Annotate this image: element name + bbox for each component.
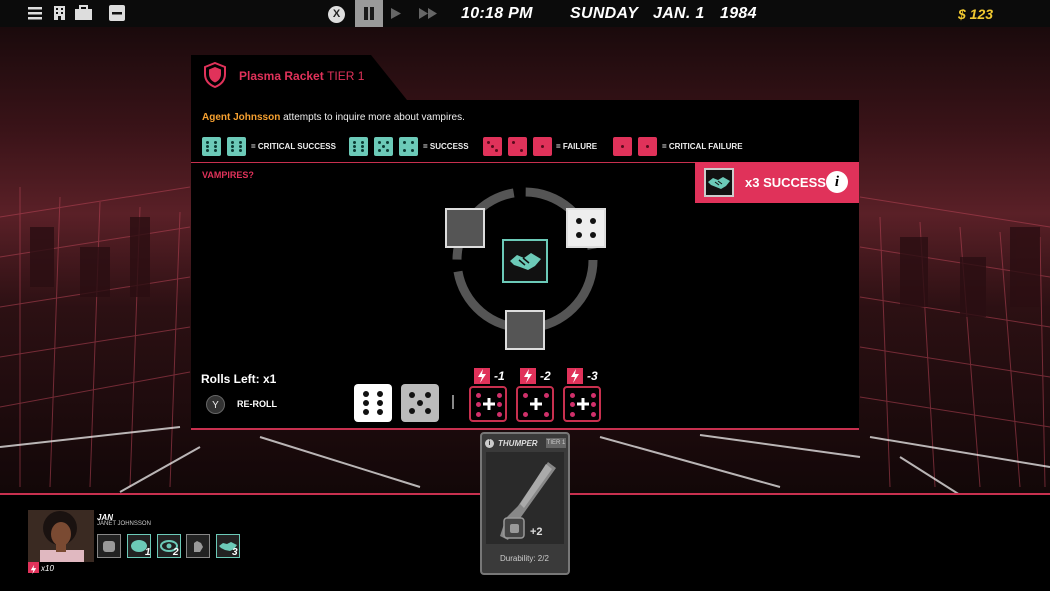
plus-icon xyxy=(483,398,495,410)
result-text: x3 SUCCESS xyxy=(745,175,826,190)
legend-die-three xyxy=(483,137,502,156)
boost-die-slot[interactable] xyxy=(469,386,507,422)
legend-die-one xyxy=(533,137,552,156)
reroll-label: RE-ROLL xyxy=(237,399,277,409)
plus-icon xyxy=(530,398,542,410)
reroll-button[interactable]: Y xyxy=(206,395,225,414)
energy-bolt-icon xyxy=(28,562,39,575)
shield-icon xyxy=(204,62,226,88)
legend-failure: = FAILURE xyxy=(556,142,598,151)
card-title: THUMPER xyxy=(498,439,538,448)
plus-icon xyxy=(577,398,589,410)
shotgun-icon xyxy=(500,462,556,540)
fast-forward-icon[interactable] xyxy=(418,7,438,20)
skill-slot[interactable] xyxy=(186,534,210,558)
boost-cost: -1 xyxy=(494,369,505,383)
info-icon[interactable]: i xyxy=(826,171,848,193)
weekday: SUNDAY xyxy=(570,5,639,22)
energy-bolt-icon xyxy=(474,368,490,384)
menu-icon[interactable] xyxy=(27,5,43,21)
energy-count: x10 xyxy=(41,564,54,573)
rolls-left: Rolls Left: x1 xyxy=(201,372,277,386)
dice-slot-filled[interactable] xyxy=(566,208,606,248)
boost-die-slot[interactable] xyxy=(563,386,601,422)
energy-bolt-icon xyxy=(520,368,536,384)
card-tier: TIER 1 xyxy=(546,438,566,448)
close-icon[interactable]: X xyxy=(328,6,345,23)
clock-time: 10:18 PM xyxy=(461,5,533,22)
hand-icon xyxy=(194,541,203,552)
legend-critical-success: = CRITICAL SUCCESS xyxy=(251,142,336,151)
action-description: Agent Johnsson attempts to inquire more … xyxy=(202,112,465,123)
agent-full-name: JANET JOHNSSON xyxy=(97,521,151,527)
building-icon[interactable] xyxy=(52,5,68,21)
legend-die-two xyxy=(508,137,527,156)
legend-success: = SUCCESS xyxy=(423,142,469,151)
legend-die-four xyxy=(399,137,418,156)
skill-level: 3 xyxy=(232,547,238,558)
boost-die-slot[interactable] xyxy=(516,386,554,422)
legend-die-one xyxy=(613,137,632,156)
avatar[interactable] xyxy=(28,510,94,562)
agent-name: Agent Johnsson xyxy=(202,112,281,123)
racket-title: Plasma Racket TIER 1 xyxy=(239,69,365,83)
date: JAN. 1 xyxy=(653,5,705,22)
boost-cost: -3 xyxy=(587,369,598,383)
legend-die-one xyxy=(638,137,657,156)
fist-icon xyxy=(103,541,115,552)
die-four-icon xyxy=(576,218,596,238)
separator xyxy=(452,395,454,409)
card-durability: Durability: 2/2 xyxy=(500,554,549,563)
pause-icon xyxy=(364,7,368,20)
result-skill-icon xyxy=(704,168,734,197)
money-counter: $ 123 xyxy=(958,6,994,22)
rolled-die-six[interactable] xyxy=(354,384,392,422)
year: 1984 xyxy=(720,5,757,22)
legend-critical-failure: = CRITICAL FAILURE xyxy=(662,142,743,151)
legend-die-five xyxy=(374,137,393,156)
legend-die-six xyxy=(349,137,368,156)
agent-portrait-icon xyxy=(28,510,94,562)
handshake-icon xyxy=(708,177,730,189)
top-bar: X 10:18 PM SUNDAY JAN. 1 1984 $ 123 xyxy=(0,0,1050,27)
skill-level: 2 xyxy=(173,547,179,558)
energy-bolt-icon xyxy=(567,368,583,384)
subject-label: VAMPIRES? xyxy=(202,170,254,180)
briefcase-icon[interactable] xyxy=(74,5,93,21)
card-info-icon[interactable]: i xyxy=(485,439,494,448)
skill-center xyxy=(502,239,548,283)
dice-slot-empty[interactable] xyxy=(445,208,485,248)
pause-button[interactable] xyxy=(355,0,383,27)
minimize-icon[interactable] xyxy=(109,5,125,21)
handshake-icon xyxy=(510,253,541,270)
dice-slot-empty[interactable] xyxy=(505,310,545,350)
legend-die-six xyxy=(227,137,246,156)
skill-level: 1 xyxy=(145,547,151,558)
legend-die-six xyxy=(202,137,221,156)
boost-cost: -2 xyxy=(540,369,551,383)
rolled-die-five[interactable] xyxy=(401,384,439,422)
skill-slot[interactable] xyxy=(97,534,121,558)
card-art xyxy=(486,452,564,544)
play-icon[interactable] xyxy=(390,7,402,20)
card-bonus: +2 xyxy=(530,526,543,538)
